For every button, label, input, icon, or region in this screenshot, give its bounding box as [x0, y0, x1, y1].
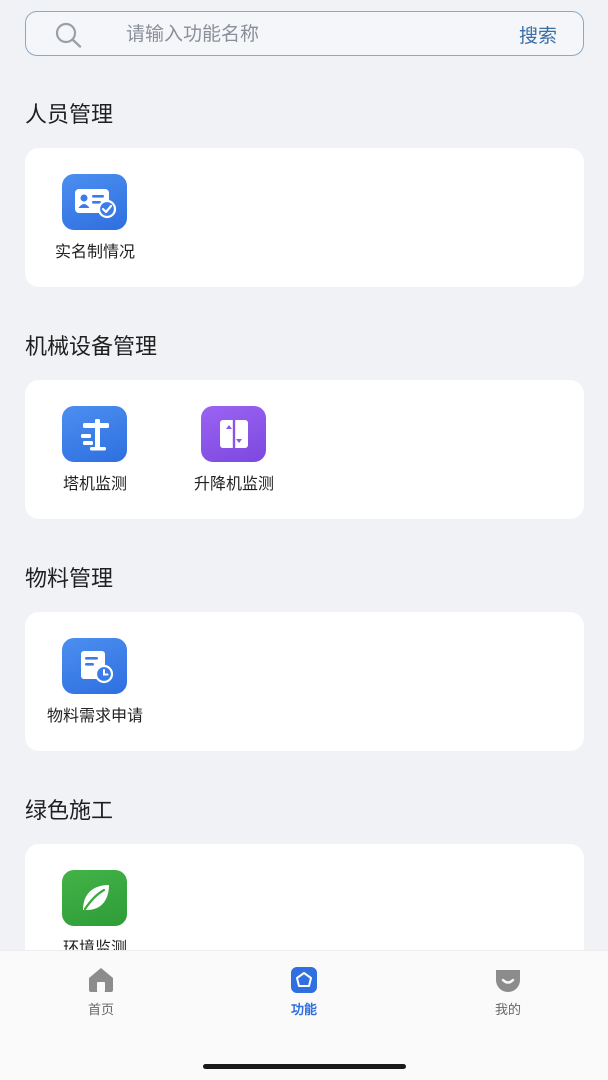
- tile-tower-crane[interactable]: 塔机监测: [25, 406, 165, 506]
- elevator-icon: [201, 406, 266, 462]
- tile-label: 升降机监测: [193, 474, 274, 493]
- tab-label: 首页: [87, 1003, 114, 1018]
- section-title-green-construction: 绿色施工: [25, 799, 114, 824]
- tile-material-request[interactable]: 物料需求申请: [25, 638, 165, 738]
- search-button[interactable]: 搜索: [519, 21, 557, 48]
- section-card-machinery: 塔机监测 升降机监测: [25, 380, 584, 519]
- section-title-machinery: 机械设备管理: [25, 335, 158, 360]
- tower-crane-icon: [62, 406, 127, 462]
- profile-icon: [496, 970, 520, 992]
- tab-label: 功能: [290, 1003, 317, 1018]
- section-card-personnel: 实名制情况: [25, 148, 584, 287]
- home-icon: [89, 968, 113, 992]
- tab-home[interactable]: 首页: [61, 965, 141, 1025]
- search-bar: 搜索: [25, 11, 584, 56]
- tile-real-name[interactable]: 实名制情况: [25, 174, 165, 274]
- leaf-icon: [62, 870, 127, 926]
- section-title-materials: 物料管理: [25, 567, 114, 592]
- id-card-check-icon: [62, 174, 127, 230]
- section-title-personnel: 人员管理: [25, 103, 114, 128]
- tab-function[interactable]: 功能: [264, 965, 344, 1025]
- tile-label: 实名制情况: [54, 242, 135, 261]
- section-card-materials: 物料需求申请: [25, 612, 584, 751]
- tab-profile[interactable]: 我的: [468, 965, 548, 1025]
- function-icon: [291, 967, 317, 993]
- search-input[interactable]: [126, 20, 506, 48]
- tile-elevator[interactable]: 升降机监测: [164, 406, 304, 506]
- home-indicator: [203, 1064, 406, 1069]
- document-clock-icon: [62, 638, 127, 694]
- tile-label: 塔机监测: [62, 474, 127, 493]
- bottom-tab-bar: 首页 功能 我的: [0, 950, 608, 1080]
- search-icon: [55, 22, 82, 48]
- tab-label: 我的: [494, 1003, 521, 1018]
- tile-label: 物料需求申请: [46, 706, 143, 725]
